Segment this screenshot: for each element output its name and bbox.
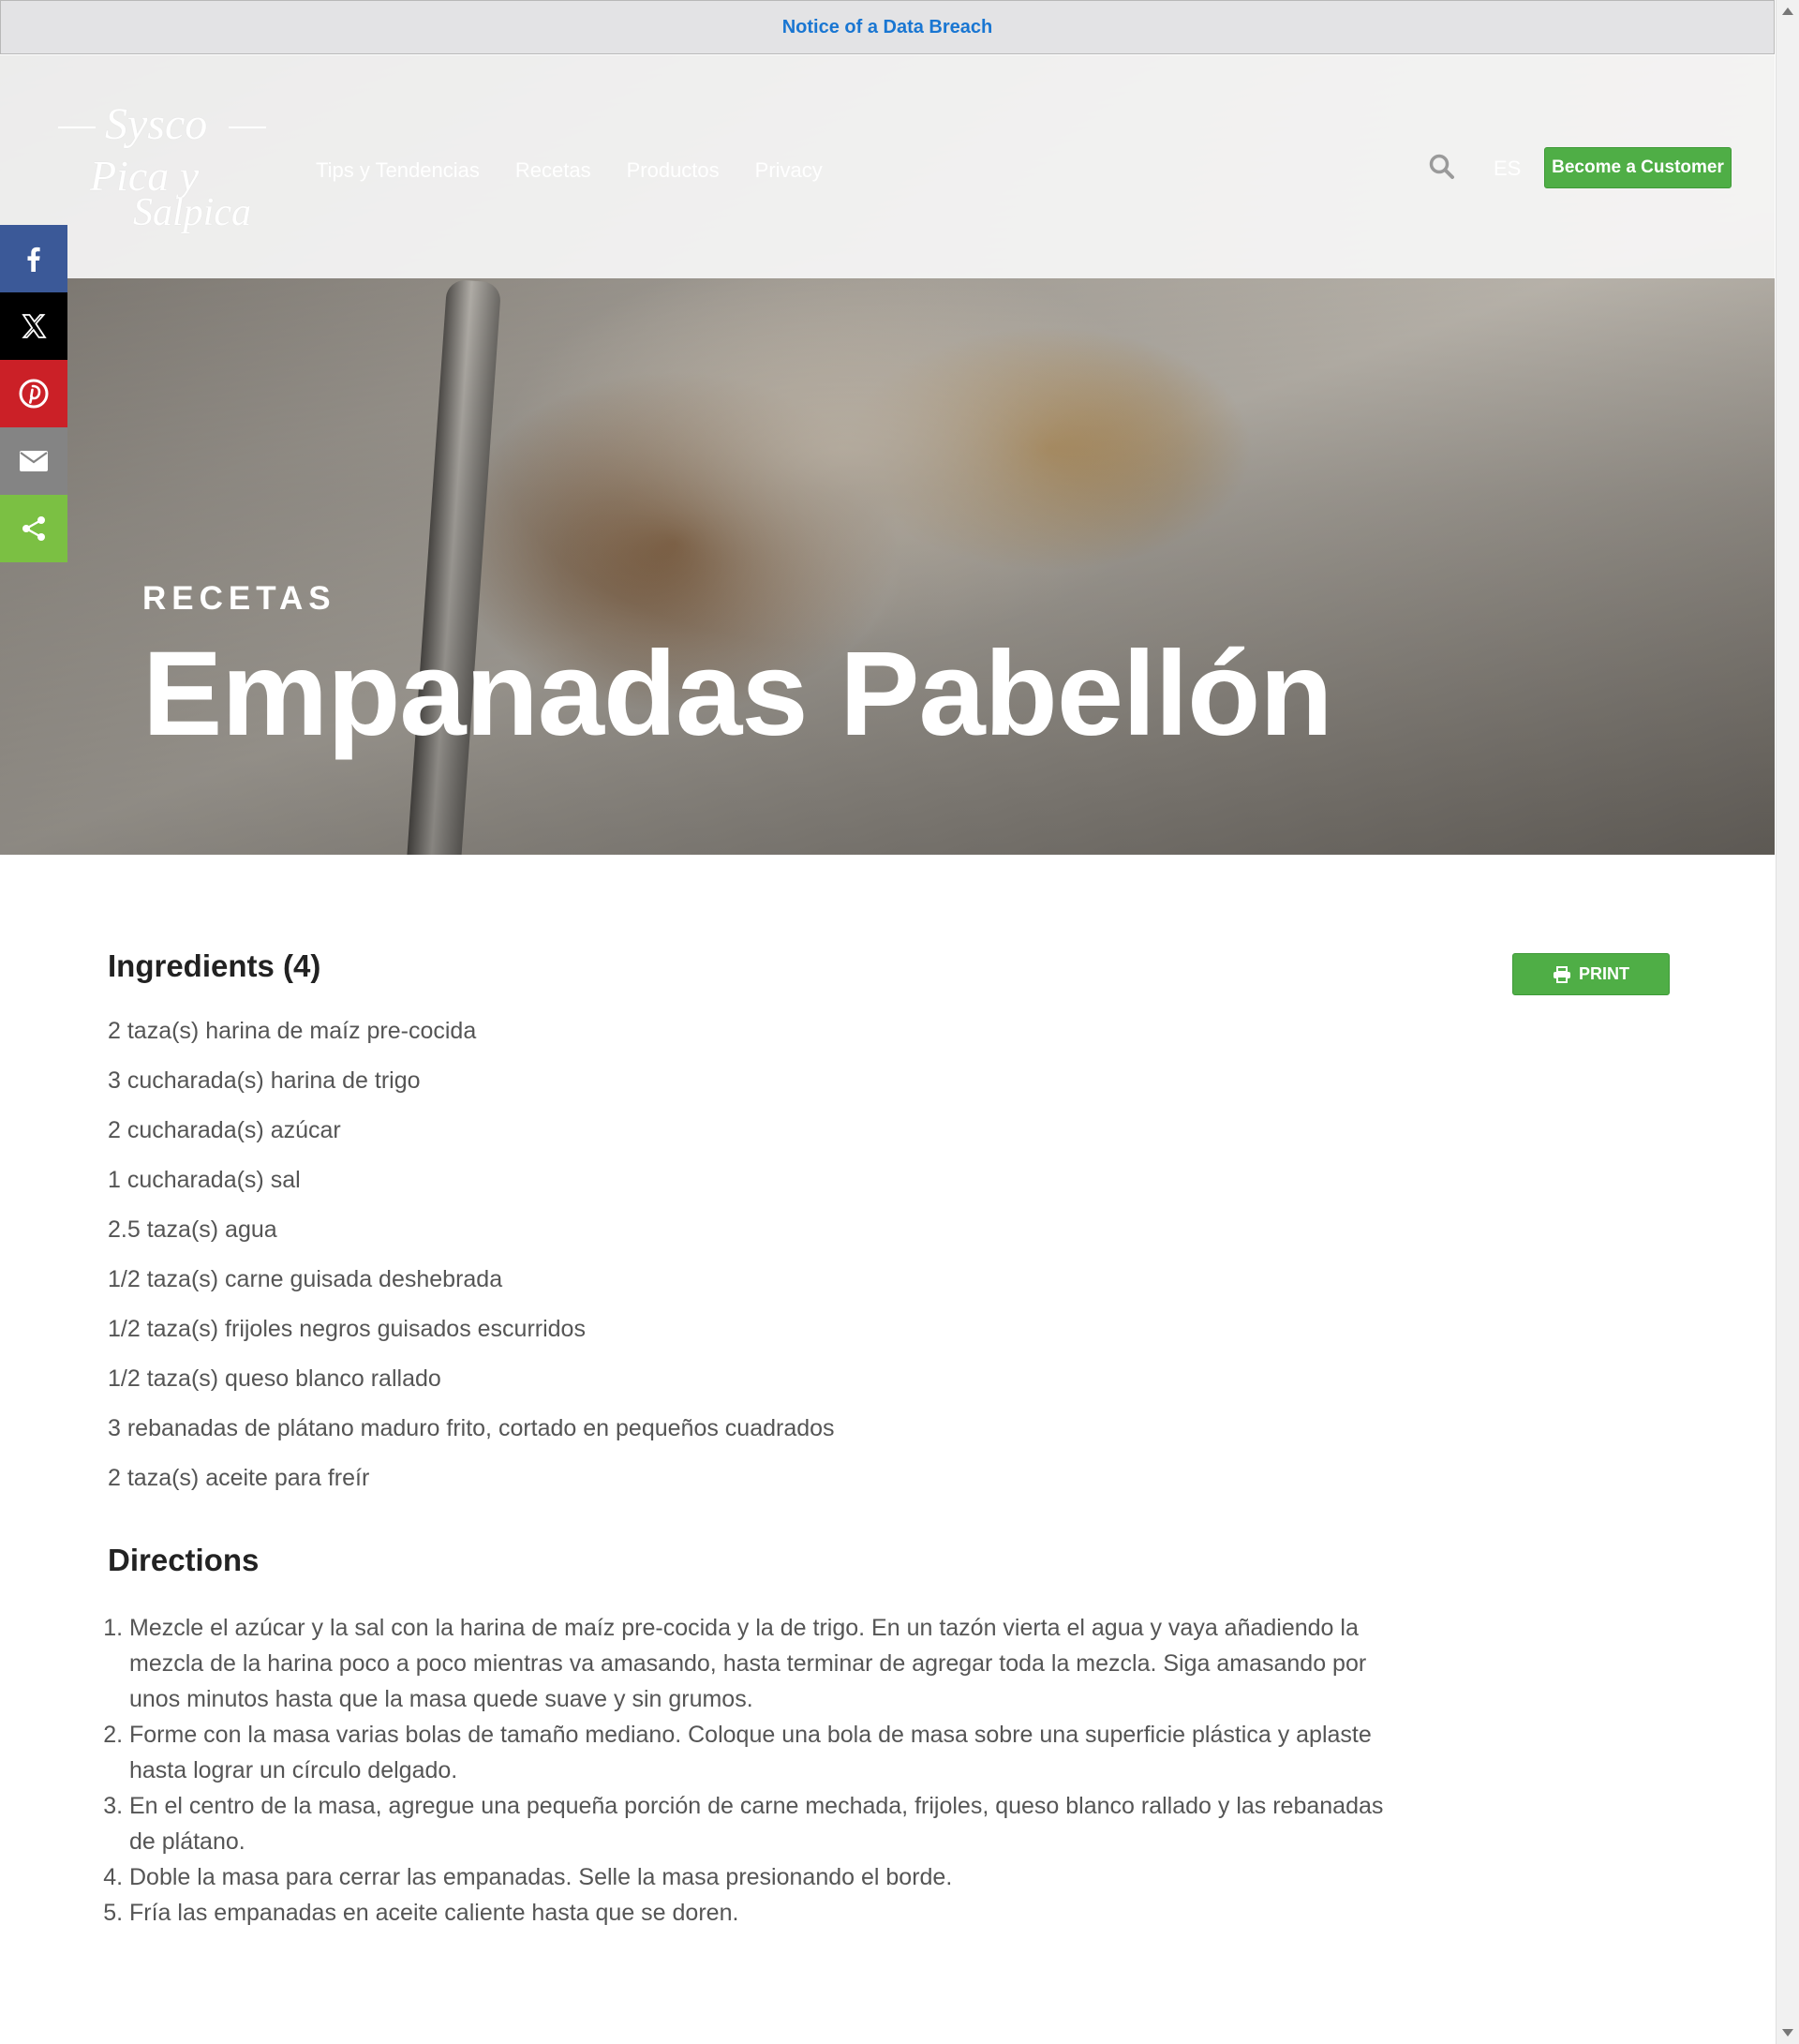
ingredient-item: 2 cucharada(s) azúcar	[108, 1117, 341, 1143]
notice-bar: Notice of a Data Breach	[0, 0, 1775, 54]
scroll-up-arrow-icon[interactable]	[1782, 7, 1793, 15]
direction-step: En el centro de la masa, agregue una peq…	[129, 1788, 1404, 1859]
scroll-down-arrow-icon[interactable]	[1782, 2029, 1793, 2037]
nav-item-privacy[interactable]: Privacy	[755, 158, 823, 183]
logo-line-3: Salpica	[133, 191, 251, 234]
pinterest-share-button[interactable]	[0, 360, 67, 427]
nav-item-tips[interactable]: Tips y Tendencias	[316, 158, 480, 183]
become-customer-button[interactable]: Become a Customer	[1544, 147, 1732, 188]
email-share-button[interactable]	[0, 427, 67, 495]
recipe-content: Ingredients (4) 2 taza(s) harina de maíz…	[108, 948, 1420, 1931]
nav-item-productos[interactable]: Productos	[627, 158, 720, 183]
facebook-icon	[27, 246, 40, 272]
ingredients-list: 2 taza(s) harina de maíz pre-cocida 3 cu…	[108, 1007, 1420, 1503]
language-switcher[interactable]: ES	[1494, 157, 1521, 181]
ingredient-item: 1 cucharada(s) sal	[108, 1167, 301, 1193]
hero-text: RECETAS Empanadas Pabellón	[142, 580, 1332, 754]
email-icon	[20, 451, 48, 471]
general-share-button[interactable]	[0, 495, 67, 562]
share-icon	[22, 516, 45, 541]
ingredient-item: 3 cucharada(s) harina de trigo	[108, 1067, 421, 1094]
logo-line-1: Sysco	[105, 99, 208, 149]
page-scrollbar[interactable]	[1776, 0, 1799, 2044]
print-button[interactable]: PRINT	[1512, 953, 1670, 995]
printer-icon	[1554, 965, 1570, 983]
nav-item-recetas[interactable]: Recetas	[515, 158, 591, 183]
ingredient-item: 1/2 taza(s) queso blanco rallado	[108, 1365, 441, 1392]
direction-step: Mezcle el azúcar y la sal con la harina …	[129, 1610, 1404, 1717]
site-logo[interactable]: Sysco Pica y Salpica	[58, 93, 274, 234]
direction-step: Doble la masa para cerrar las empanadas.…	[129, 1859, 1404, 1895]
directions-list: Mezcle el azúcar y la sal con la harina …	[108, 1610, 1420, 1931]
site-header: Sysco Pica y Salpica Tips y Tendencias R…	[0, 55, 1775, 278]
hero-eyebrow: RECETAS	[142, 580, 336, 617]
ingredient-item: 2 taza(s) harina de maíz pre-cocida	[108, 1018, 477, 1044]
data-breach-notice-link[interactable]: Notice of a Data Breach	[782, 17, 993, 38]
ingredient-item: 2 taza(s) aceite para freír	[108, 1465, 370, 1491]
pinterest-icon	[19, 379, 49, 409]
x-share-button[interactable]	[0, 292, 67, 360]
direction-step: Fría las empanadas en aceite caliente ha…	[129, 1895, 1404, 1931]
ingredient-item: 1/2 taza(s) carne guisada deshebrada	[108, 1266, 503, 1292]
search-icon[interactable]	[1428, 153, 1456, 181]
hero-banner: Sysco Pica y Salpica Tips y Tendencias R…	[0, 55, 1775, 855]
direction-step: Forme con la masa varias bolas de tamaño…	[129, 1717, 1404, 1788]
print-label: PRINT	[1579, 964, 1629, 983]
ingredient-item: 3 rebanadas de plátano maduro frito, cor…	[108, 1415, 835, 1441]
ingredient-item: 2.5 taza(s) agua	[108, 1216, 277, 1243]
directions-heading: Directions	[108, 1543, 260, 1577]
ingredients-heading: Ingredients (4)	[108, 948, 321, 983]
share-sidebar	[0, 225, 67, 562]
x-icon	[22, 314, 47, 338]
ingredient-item: 1/2 taza(s) frijoles negros guisados esc…	[108, 1316, 586, 1342]
main-nav: Tips y Tendencias Recetas Productos Priv…	[316, 158, 823, 183]
page-title: Empanadas Pabellón	[142, 627, 1332, 761]
facebook-share-button[interactable]	[0, 225, 67, 292]
